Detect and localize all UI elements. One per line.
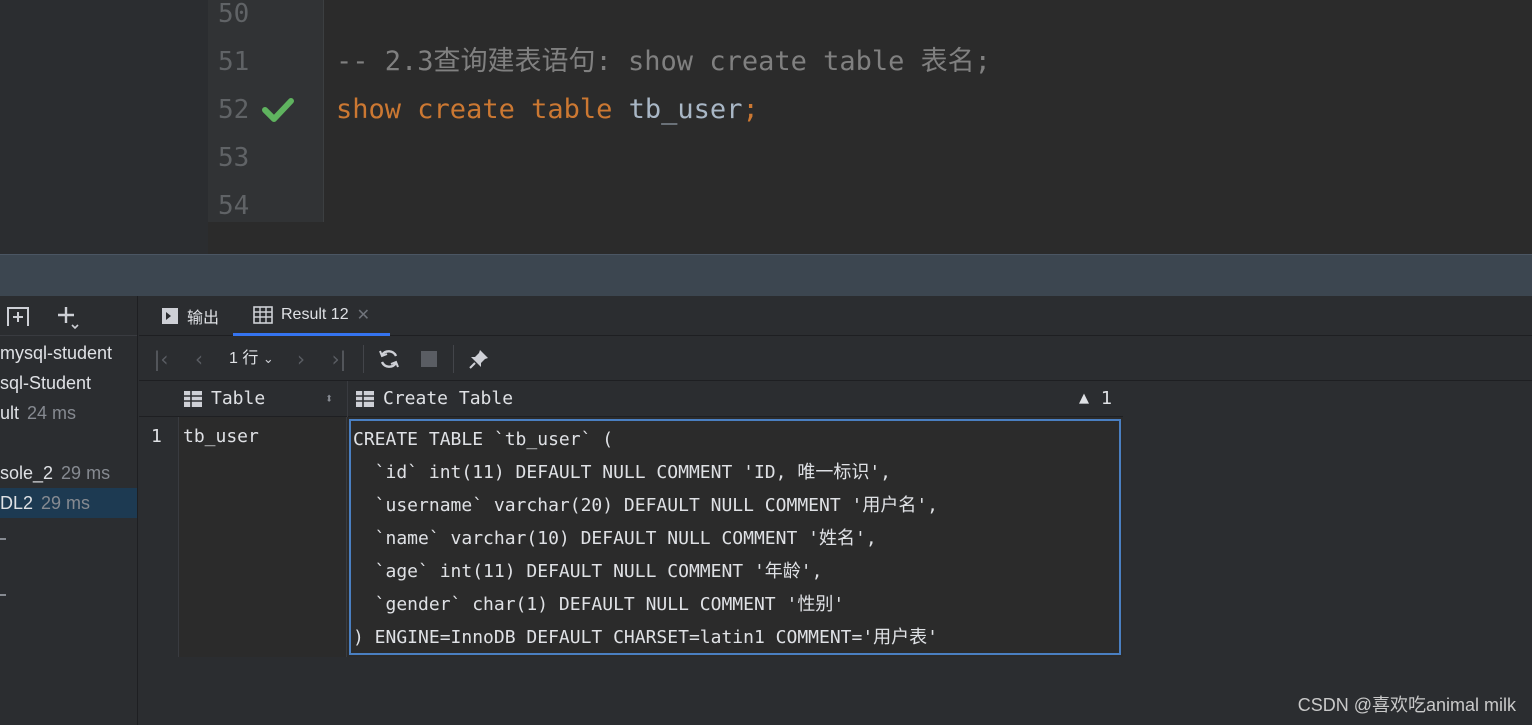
rows-count-label: 1 行 (229, 350, 259, 367)
execution-success-check-icon (262, 98, 294, 122)
column-header-label: Table (211, 388, 266, 409)
add-service-icon[interactable] (54, 302, 82, 330)
service-item[interactable]: sole_2 29 ms (0, 458, 137, 488)
service-item-label: sql-Student (0, 373, 92, 393)
pin-icon[interactable] (465, 345, 493, 373)
ddl-line: `name` varchar(10) DEFAULT NULL COMMENT … (353, 528, 877, 549)
column-icon (355, 390, 375, 408)
column-icon (183, 390, 203, 408)
service-item-label: sole_2 (0, 463, 54, 483)
tree-connector (0, 594, 6, 596)
column-divider (347, 381, 348, 417)
service-item-selected[interactable]: DL2 29 ms (0, 488, 137, 518)
service-item-time: 29 ms (41, 493, 91, 513)
service-item-time: 24 ms (27, 403, 77, 423)
tree-connector (0, 538, 6, 540)
sort-indicator[interactable]: ▲ 1 (1079, 381, 1112, 417)
code-line-comment[interactable]: -- 2.3查询建表语句: show create table 表名; (336, 38, 991, 86)
service-item-label: mysql-student (0, 343, 113, 363)
line-number: 53 (218, 143, 250, 173)
tab-result-label: Result 12 (281, 305, 349, 323)
row-number: 1 (151, 426, 162, 447)
sort-order-number: 1 (1101, 388, 1113, 409)
ddl-line: `gender` char(1) DEFAULT NULL COMMENT '性… (353, 594, 845, 615)
toolbar-divider (453, 345, 454, 373)
chevron-down-icon: ⌄ (262, 351, 274, 366)
service-item[interactable]: sql-Student (0, 368, 137, 398)
sql-editor[interactable]: 50 51 52 53 54 -- 2.3查询建表语句: show create… (0, 0, 1532, 254)
console-output-icon (161, 307, 179, 325)
keyword-table: table (531, 94, 613, 125)
ddl-line: `age` int(11) DEFAULT NULL COMMENT '年龄', (353, 561, 823, 582)
service-item-label: DL2 (0, 493, 34, 513)
ddl-line: `id` int(11) DEFAULT NULL COMMENT 'ID, 唯… (353, 462, 891, 483)
table-name-cell[interactable]: tb_user (179, 417, 347, 657)
tab-result[interactable]: Result 12 ✕ (233, 296, 390, 336)
first-page-icon[interactable]: |‹ (147, 345, 175, 373)
last-page-icon[interactable]: ›| (325, 345, 353, 373)
stop-icon[interactable] (415, 345, 443, 373)
tab-output[interactable]: 输出 (161, 296, 219, 336)
ddl-line: ) ENGINE=InnoDB DEFAULT CHARSET=latin1 C… (353, 627, 939, 648)
service-item[interactable]: ult 24 ms (0, 398, 137, 428)
create-table-cell-selected[interactable]: CREATE TABLE `tb_user` ( `id` int(11) DE… (349, 419, 1121, 655)
tab-output-label: 输出 (187, 310, 220, 327)
close-icon[interactable]: ✕ (357, 305, 370, 325)
new-group-icon[interactable] (4, 302, 32, 330)
rows-count-dropdown[interactable]: 1 行 ⌄ (229, 345, 274, 373)
line-number: 52 (218, 95, 250, 125)
service-item-label: ult (0, 403, 20, 423)
sort-toggle-icon[interactable]: ⬍ (325, 381, 333, 417)
services-toolbar (0, 296, 137, 336)
next-page-icon[interactable]: › (287, 345, 315, 373)
watermark: CSDN @喜欢吃animal milk (1297, 695, 1516, 715)
keyword-create: create (417, 94, 515, 125)
editor-horizontal-scroll-area[interactable] (208, 222, 1532, 254)
previous-page-icon[interactable]: ‹ (185, 345, 213, 373)
table-grid-icon (253, 305, 273, 324)
result-grid[interactable]: Table ⬍ Create Table ▲ 1 1 tb_user CREAT… (139, 381, 1123, 657)
refresh-icon[interactable] (375, 345, 403, 373)
services-tree-panel: mysql-student sql-Student ult 24 ms sole_… (0, 296, 138, 725)
results-panel: 输出 Result 12 ✕ |‹ ‹ 1 行 ⌄ › ›| Table ⬍ C… (139, 296, 1532, 725)
sort-ascending-icon: ▲ (1079, 391, 1089, 406)
results-tab-bar: 输出 Result 12 ✕ (139, 296, 1532, 336)
statement-semicolon: ; (742, 94, 759, 125)
column-header-create-table[interactable]: Create Table (355, 381, 513, 417)
row-number-column: 1 (139, 417, 179, 657)
keyword-show: show (336, 94, 402, 125)
service-item-time: 29 ms (61, 463, 111, 483)
ddl-line: `username` varchar(20) DEFAULT NULL COMM… (353, 495, 939, 516)
line-number: 50 (218, 0, 250, 29)
result-navigation-toolbar: |‹ ‹ 1 行 ⌄ › ›| (139, 337, 1532, 381)
identifier-table-name: tb_user (628, 94, 743, 125)
table-name-value: tb_user (183, 426, 259, 447)
line-number: 51 (218, 47, 250, 77)
ddl-line: CREATE TABLE `tb_user` ( (353, 429, 614, 450)
editor-left-panel (0, 0, 208, 254)
code-line-statement[interactable]: show create table tb_user; (336, 86, 759, 134)
column-header-table[interactable]: Table (183, 381, 265, 417)
panel-splitter[interactable] (0, 254, 1532, 296)
service-item[interactable]: mysql-student (0, 338, 137, 368)
column-header-label: Create Table (383, 388, 514, 409)
grid-header: Table ⬍ Create Table ▲ 1 (139, 381, 1123, 417)
toolbar-divider (363, 345, 364, 373)
